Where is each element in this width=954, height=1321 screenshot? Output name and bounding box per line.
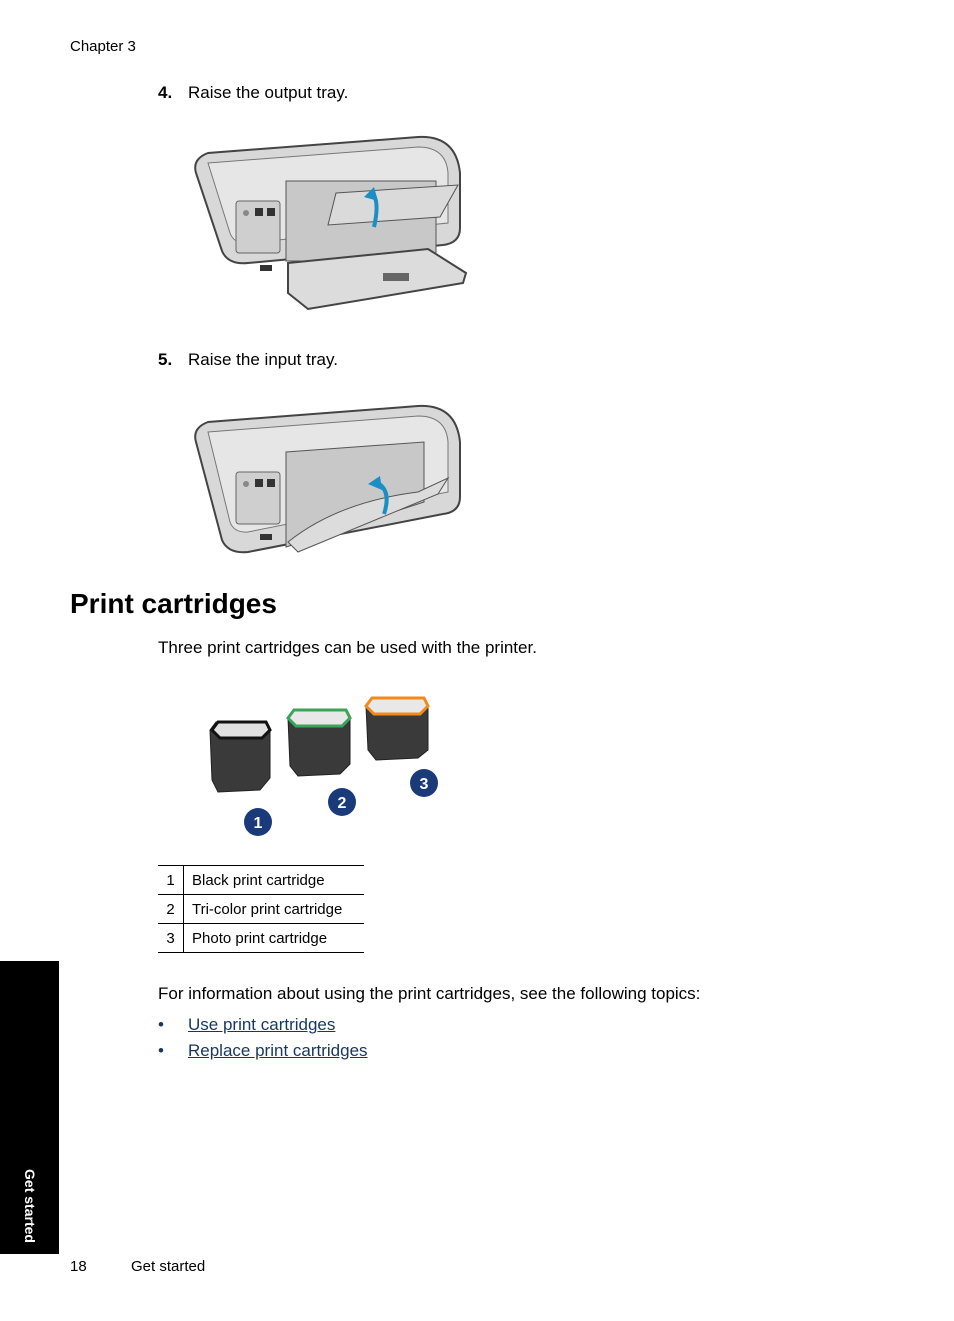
- legend-label: Black print cartridge: [183, 865, 364, 895]
- table-row: 3 Photo print cartridge: [158, 923, 364, 953]
- legend-number: 2: [158, 894, 184, 924]
- step-text: Raise the input tray.: [188, 350, 338, 369]
- step-number: 5.: [158, 350, 173, 369]
- footer-title: Get started: [131, 1258, 206, 1275]
- chapter-header: Chapter 3: [70, 38, 136, 55]
- legend-label: Photo print cartridge: [183, 923, 364, 953]
- step-number: 4.: [158, 83, 173, 102]
- step-4: 4. Raise the output tray.: [158, 83, 348, 103]
- svg-text:1: 1: [254, 815, 263, 832]
- info-paragraph: For information about using the print ca…: [158, 984, 701, 1003]
- page-number: 18: [70, 1258, 87, 1275]
- section-title: Print cartridges: [70, 588, 277, 619]
- print-cartridges-illustration: 1 2 3: [209, 696, 438, 836]
- legend-label: Tri-color print cartridge: [183, 894, 364, 924]
- table-row: 2 Tri-color print cartridge: [158, 894, 364, 924]
- use-print-cartridges-link[interactable]: Use print cartridges: [188, 1015, 335, 1034]
- table-row: 1 Black print cartridge: [158, 865, 364, 895]
- printer-output-tray-illustration: [194, 135, 468, 311]
- topic-links-list: • Use print cartridges • Replace print car…: [158, 1014, 368, 1066]
- callout-3: 3: [410, 769, 438, 797]
- legend-number: 1: [158, 865, 184, 895]
- section-intro: Three print cartridges can be used with …: [158, 638, 537, 657]
- side-tab-label: Get started: [21, 1169, 38, 1243]
- cartridge-legend-table: 1 Black print cartridge 2 Tri-color prin…: [158, 865, 364, 953]
- callout-1: 1: [244, 808, 272, 836]
- step-5: 5. Raise the input tray.: [158, 350, 338, 370]
- svg-text:2: 2: [338, 795, 347, 812]
- replace-print-cartridges-link[interactable]: Replace print cartridges: [188, 1041, 368, 1060]
- photo-cartridge-image: [364, 696, 430, 761]
- list-item: • Replace print cartridges: [158, 1040, 368, 1066]
- bullet: •: [158, 1041, 164, 1060]
- tricolor-cartridge-image: [286, 708, 352, 777]
- step-text: Raise the output tray.: [188, 83, 349, 102]
- callout-2: 2: [328, 788, 356, 816]
- bullet: •: [158, 1015, 164, 1034]
- printer-input-tray-illustration: [194, 404, 461, 554]
- black-cartridge-image: [209, 720, 272, 793]
- svg-text:3: 3: [420, 776, 429, 793]
- list-item: • Use print cartridges: [158, 1014, 368, 1040]
- legend-number: 3: [158, 923, 184, 953]
- side-tab: Get started: [0, 961, 59, 1254]
